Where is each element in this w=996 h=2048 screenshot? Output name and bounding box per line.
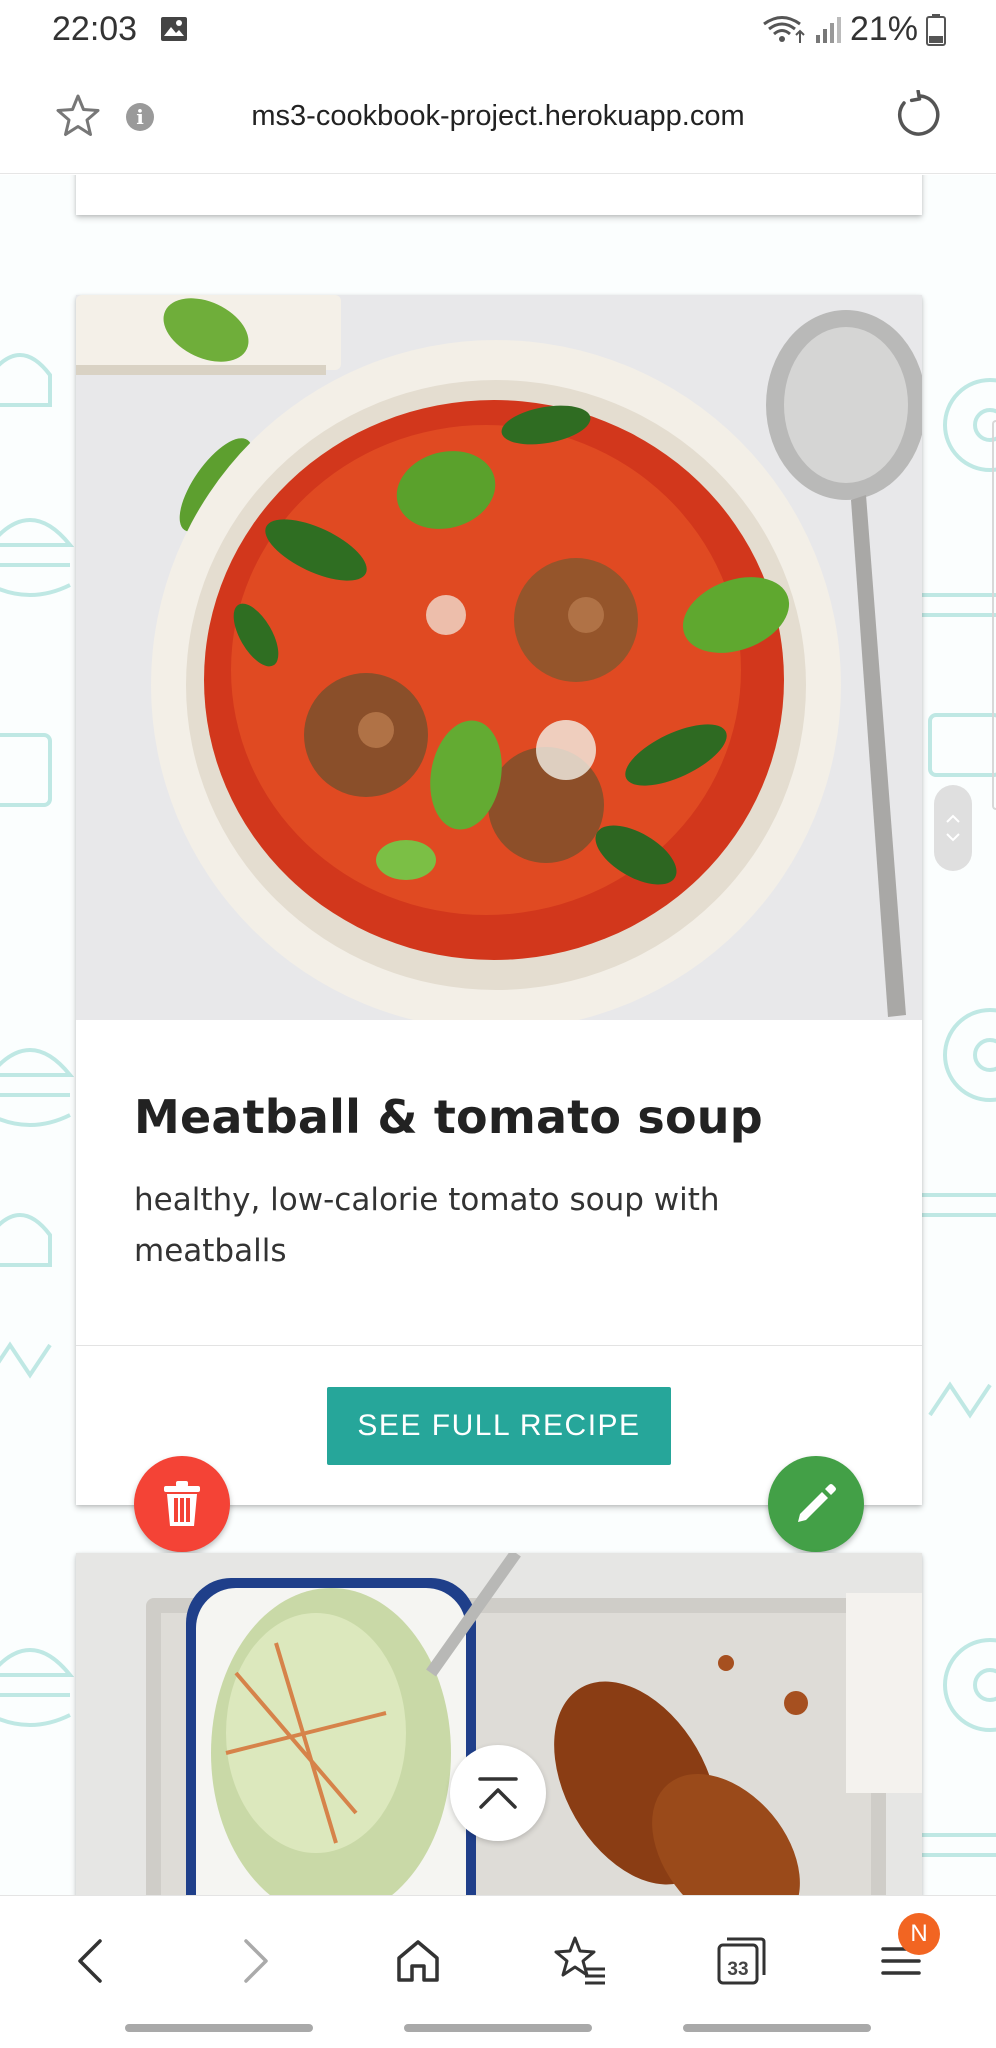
page-content: Meatball & tomato soup healthy, low-calo… <box>0 175 996 1895</box>
gesture-bar-right <box>683 2024 871 2032</box>
forward-icon <box>244 1939 268 1983</box>
chevron-up-bar-icon <box>478 1777 518 1809</box>
scroll-to-top-button[interactable] <box>450 1745 546 1841</box>
edge-panel-handle[interactable] <box>992 420 996 810</box>
fast-scroll-handle[interactable] <box>934 785 972 871</box>
card-divider <box>76 1345 922 1346</box>
reload-icon[interactable] <box>894 90 944 140</box>
recipe-card: Meatball & tomato soup healthy, low-calo… <box>76 295 922 1505</box>
trash-icon <box>164 1481 200 1526</box>
status-right-group: 21% <box>762 10 946 49</box>
battery-icon <box>926 13 946 46</box>
back-button[interactable] <box>55 1926 125 1996</box>
chevron-down-icon <box>946 833 960 842</box>
recipe-image <box>76 295 922 1020</box>
gesture-bar-center <box>404 2024 592 2032</box>
wifi-icon <box>763 15 805 43</box>
edit-recipe-button[interactable] <box>768 1456 864 1552</box>
delete-recipe-button[interactable] <box>134 1456 230 1552</box>
battery-percent: 21% <box>849 10 918 48</box>
signal-icon <box>815 16 841 43</box>
bookmarks-icon <box>554 1936 605 1985</box>
gesture-bar-left <box>125 2024 313 2032</box>
pencil-icon <box>798 1484 836 1522</box>
url-address[interactable]: ms3-cookbook-project.herokuapp.com <box>0 100 996 133</box>
next-recipe-image <box>76 1553 922 1895</box>
recipe-description: healthy, low-calorie tomato soup with me… <box>134 1182 720 1269</box>
tabs-button[interactable]: 33 <box>706 1926 776 1996</box>
previous-recipe-card <box>76 175 922 215</box>
bookmarks-button[interactable] <box>545 1926 615 1996</box>
home-button[interactable] <box>383 1926 453 1996</box>
status-bar: 22:03 21% <box>0 0 996 60</box>
tab-count: 33 <box>727 1959 749 1980</box>
recipe-title: Meatball & tomato soup <box>134 1090 763 1144</box>
menu-notification-badge: N <box>898 1913 940 1955</box>
forward-button[interactable] <box>221 1926 291 1996</box>
chevron-up-icon <box>946 814 960 823</box>
next-recipe-card <box>76 1553 922 1895</box>
home-icon <box>397 1940 439 1982</box>
see-full-recipe-button[interactable]: SEE FULL RECIPE <box>327 1387 671 1465</box>
back-icon <box>78 1939 102 1983</box>
browser-url-bar: i ms3-cookbook-project.herokuapp.com <box>0 60 996 174</box>
status-time: 22:03 <box>52 10 138 48</box>
gallery-icon <box>161 17 187 41</box>
